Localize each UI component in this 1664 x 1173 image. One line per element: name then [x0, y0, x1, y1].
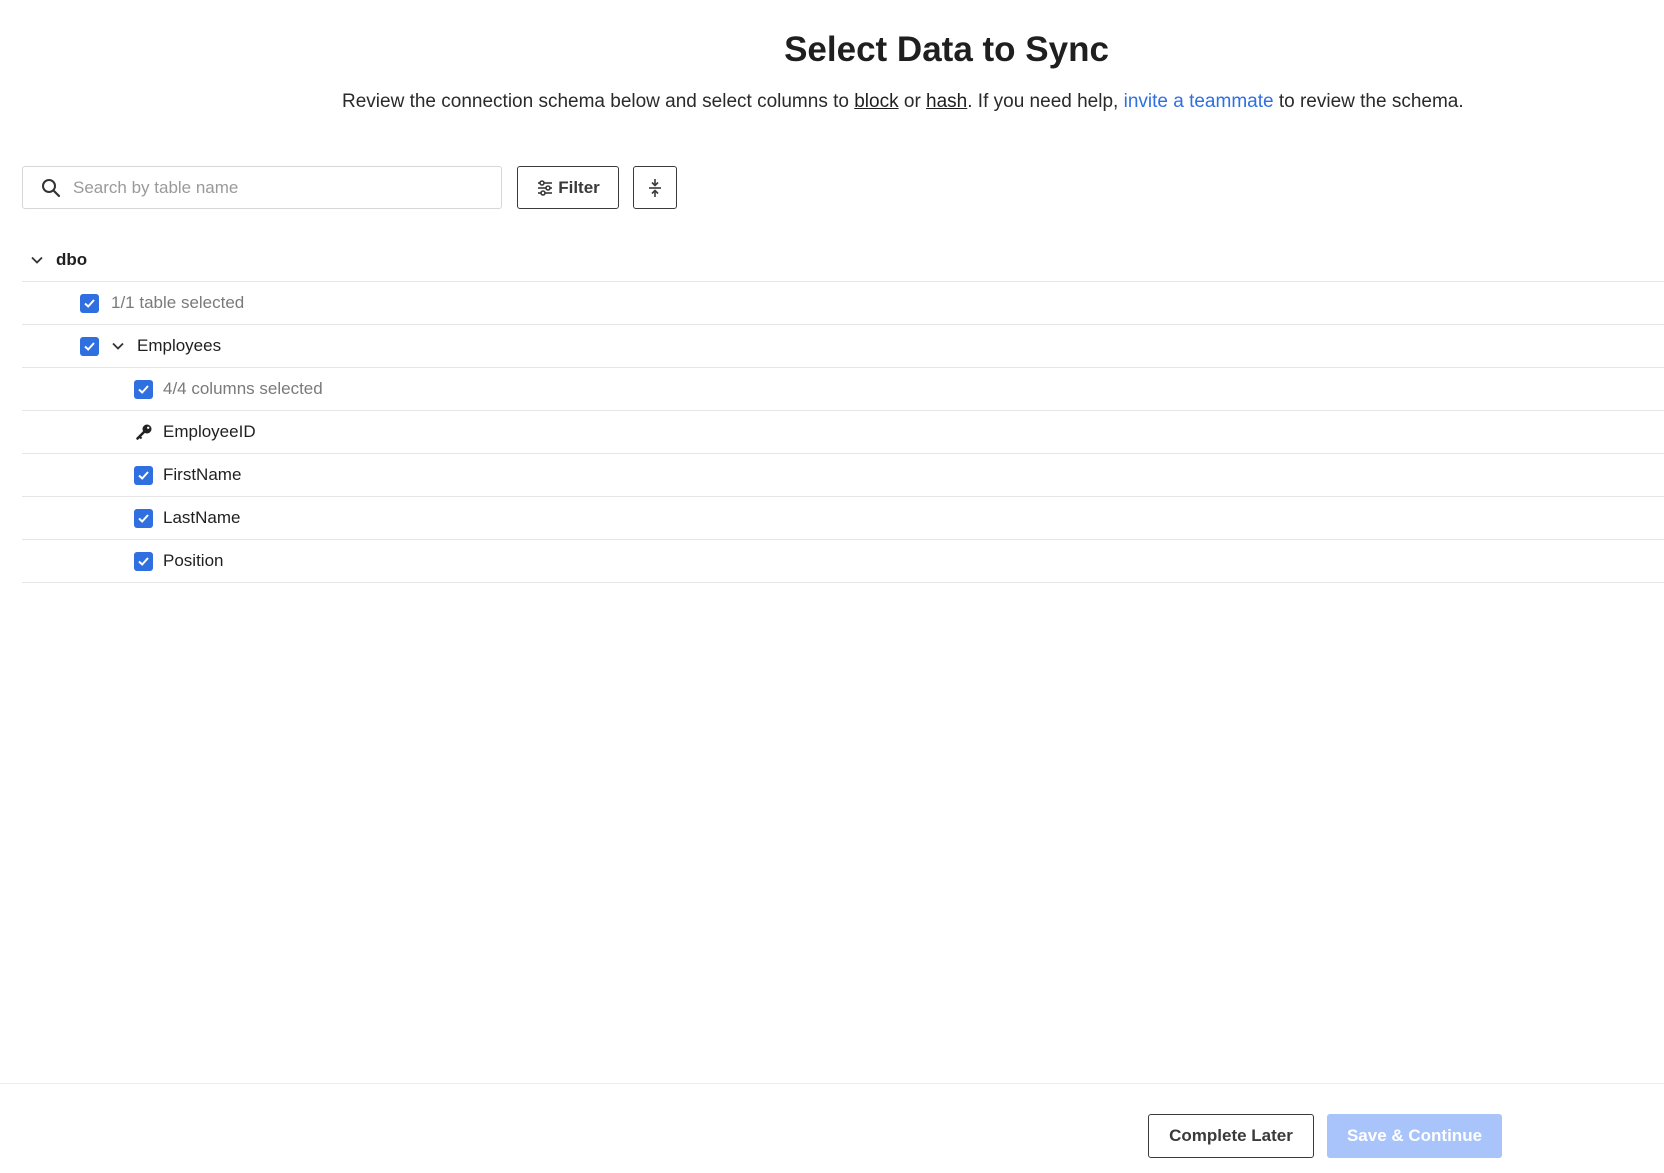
schema-toolbar: Filter: [22, 166, 682, 209]
sync-setup-page: Select Data to Sync Review the connectio…: [0, 0, 1664, 1173]
table-summary-row: 1/1 table selected: [22, 282, 1664, 325]
column-row-lastname[interactable]: LastName: [22, 497, 1664, 540]
invite-teammate-link[interactable]: invite a teammate: [1124, 91, 1274, 112]
filter-button[interactable]: Filter: [517, 166, 619, 209]
column-checkbox[interactable]: [134, 465, 153, 485]
block-link[interactable]: block: [854, 91, 898, 112]
collapse-all-button[interactable]: [633, 166, 677, 209]
save-continue-button[interactable]: Save & Continue: [1327, 1114, 1502, 1158]
subtitle-text-2: or: [898, 91, 927, 112]
search-icon: [41, 178, 61, 198]
collapse-all-icon: [647, 178, 663, 198]
subtitle-text-4: to review the schema.: [1273, 91, 1464, 112]
column-row-firstname[interactable]: FirstName: [22, 454, 1664, 497]
column-checkbox[interactable]: [134, 508, 153, 528]
column-row-employeeid: EmployeeID: [22, 411, 1664, 454]
select-all-columns-checkbox[interactable]: [134, 379, 153, 399]
key-icon: [134, 423, 153, 442]
select-all-tables-checkbox[interactable]: [80, 293, 99, 313]
table-name: Employees: [137, 336, 222, 355]
column-name: EmployeeID: [163, 422, 256, 441]
table-row-employees[interactable]: Employees: [22, 325, 1664, 368]
sliders-icon: [536, 179, 554, 197]
column-name: FirstName: [163, 465, 242, 484]
chevron-down-icon[interactable]: [29, 252, 45, 268]
schema-row-dbo[interactable]: dbo: [22, 238, 1664, 282]
column-checkbox[interactable]: [134, 551, 153, 571]
chevron-down-icon[interactable]: [110, 338, 126, 354]
subtitle-text-3: . If you need help,: [967, 91, 1124, 112]
column-summary-text: 4/4 columns selected: [163, 379, 323, 398]
column-name: Position: [163, 551, 224, 570]
column-summary-row: 4/4 columns selected: [22, 368, 1664, 411]
subtitle-text-1: Review the connection schema below and s…: [342, 91, 855, 112]
column-name: LastName: [163, 508, 241, 527]
schema-tree: dbo 1/1 table selected Employees 4/4 col…: [22, 238, 1664, 583]
page-footer: Complete Later Save & Continue: [0, 1083, 1664, 1173]
search-input[interactable]: [73, 177, 453, 198]
filter-label: Filter: [558, 177, 600, 197]
table-summary-text: 1/1 table selected: [111, 293, 245, 312]
complete-later-button[interactable]: Complete Later: [1148, 1114, 1314, 1158]
table-checkbox[interactable]: [80, 336, 99, 356]
page-title: Select Data to Sync: [784, 30, 1109, 69]
search-box[interactable]: [22, 166, 502, 209]
page-subtitle: Review the connection schema below and s…: [342, 91, 1464, 113]
column-row-position[interactable]: Position: [22, 540, 1664, 583]
hash-link[interactable]: hash: [926, 91, 967, 112]
schema-name: dbo: [56, 249, 88, 269]
